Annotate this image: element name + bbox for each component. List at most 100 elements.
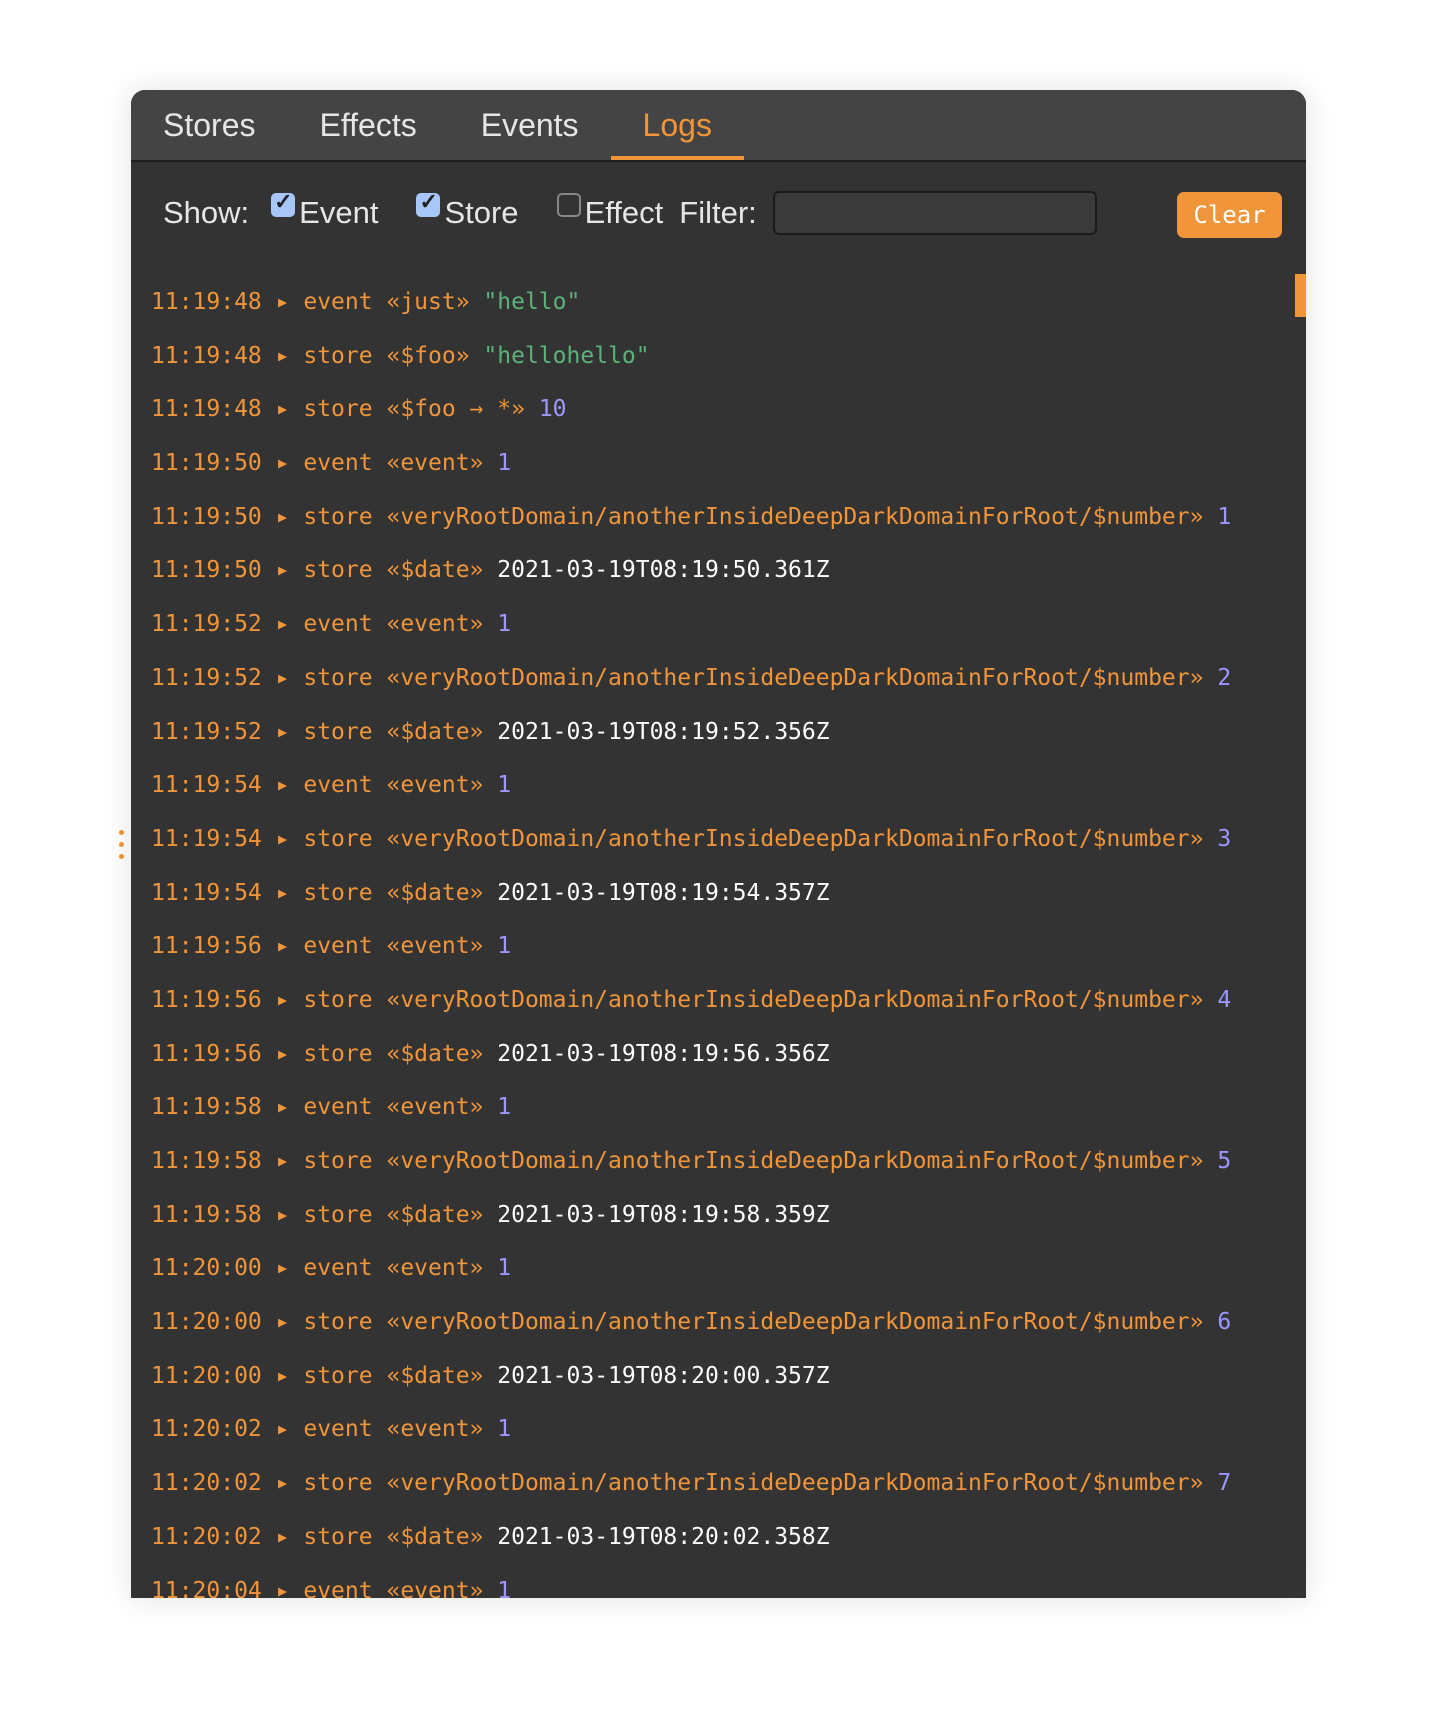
log-time: 11:19:56 xyxy=(151,933,262,960)
log-time: 11:19:54 xyxy=(151,772,262,799)
log-unit-name: «event» xyxy=(386,1577,484,1599)
log-row[interactable]: 11:19:52 ▸ store «$date» 2021-03-19T08:1… xyxy=(151,706,1231,760)
triangle-right-icon: ▸ xyxy=(275,879,290,906)
log-kind: event xyxy=(303,1094,373,1121)
log-row[interactable]: 11:19:58 ▸ store «veryRootDomain/another… xyxy=(151,1135,1231,1189)
log-unit-name: «$date» xyxy=(386,1040,484,1067)
triangle-right-icon: ▸ xyxy=(275,611,290,638)
triangle-right-icon: ▸ xyxy=(275,1309,290,1336)
log-kind: event xyxy=(303,289,373,315)
log-unit-name: «event» xyxy=(386,772,484,799)
log-row[interactable]: 11:19:48 ▸ store «$foo → *» 10 xyxy=(151,383,1231,437)
log-unit-name: «event» xyxy=(386,450,484,477)
log-time: 11:19:52 xyxy=(151,664,262,691)
clear-button[interactable]: Clear xyxy=(1177,192,1282,238)
log-time: 11:19:52 xyxy=(151,611,262,638)
log-time: 11:19:56 xyxy=(151,1040,262,1067)
triangle-right-icon: ▸ xyxy=(275,1470,290,1497)
triangle-right-icon: ▸ xyxy=(275,342,290,369)
triangle-right-icon: ▸ xyxy=(275,1362,290,1389)
log-kind: store xyxy=(303,825,373,852)
log-row[interactable]: 11:19:52 ▸ event «event» 1 xyxy=(151,598,1231,652)
log-row[interactable]: 11:20:02 ▸ event «event» 1 xyxy=(151,1403,1231,1457)
log-row[interactable]: 11:19:54 ▸ store «veryRootDomain/another… xyxy=(151,813,1231,867)
log-value: 5 xyxy=(1217,1148,1232,1174)
log-row[interactable]: 11:19:54 ▸ store «$date» 2021-03-19T08:1… xyxy=(151,867,1231,921)
log-time: 11:19:48 xyxy=(151,342,262,369)
log-row[interactable]: 11:19:52 ▸ store «veryRootDomain/another… xyxy=(151,652,1231,706)
tab-effects[interactable]: Effects xyxy=(287,90,448,160)
tab-logs[interactable]: Logs xyxy=(610,90,745,160)
log-time: 11:19:58 xyxy=(151,1094,262,1121)
log-time: 11:19:50 xyxy=(151,450,262,477)
triangle-right-icon: ▸ xyxy=(275,1201,290,1228)
log-row[interactable]: 11:19:58 ▸ event «event» 1 xyxy=(151,1081,1231,1135)
log-row[interactable]: 11:19:50 ▸ store «$date» 2021-03-19T08:1… xyxy=(151,544,1231,598)
triangle-right-icon: ▸ xyxy=(275,772,290,799)
log-value: 1 xyxy=(497,1094,512,1121)
log-value: 1 xyxy=(497,772,512,799)
log-list: 11:19:48 ▸ event «just» "hello" 11:19:48 … xyxy=(151,276,1231,1598)
log-value: 1 xyxy=(497,1577,512,1599)
effect-checkbox[interactable] xyxy=(556,193,581,217)
log-kind: store xyxy=(303,1362,373,1389)
log-value: 1 xyxy=(497,611,512,638)
effect-checkbox-label: Effect xyxy=(584,195,664,230)
log-kind: store xyxy=(303,342,373,369)
triangle-right-icon: ▸ xyxy=(275,450,290,477)
log-value: 2021-03-19T08:19:58.359Z xyxy=(497,1201,830,1228)
log-unit-name: «veryRootDomain/anotherInsideDeepDarkDom… xyxy=(386,1309,1204,1336)
tab-stores[interactable]: Stores xyxy=(163,90,287,160)
log-value: 2021-03-19T08:20:02.358Z xyxy=(497,1523,830,1550)
triangle-right-icon: ▸ xyxy=(275,1148,290,1174)
log-kind: store xyxy=(303,1040,373,1067)
log-row[interactable]: 11:20:00 ▸ store «$date» 2021-03-19T08:2… xyxy=(151,1350,1231,1404)
log-kind: store xyxy=(303,1148,373,1174)
log-unit-name: «$date» xyxy=(386,718,484,745)
log-row[interactable]: 11:19:56 ▸ store «veryRootDomain/another… xyxy=(151,974,1231,1028)
log-row[interactable]: 11:19:48 ▸ store «$foo» "hellohello" xyxy=(151,330,1231,384)
log-time: 11:19:52 xyxy=(151,718,262,745)
log-time: 11:19:58 xyxy=(151,1148,262,1174)
log-value: 6 xyxy=(1217,1309,1232,1336)
log-row[interactable]: 11:20:00 ▸ store «veryRootDomain/another… xyxy=(151,1296,1231,1350)
triangle-right-icon: ▸ xyxy=(275,933,290,960)
log-row[interactable]: 11:19:48 ▸ event «just» "hello" xyxy=(151,276,1231,330)
log-unit-name: «event» xyxy=(386,1416,484,1443)
show-store-option[interactable]: Store xyxy=(416,189,519,231)
log-value: 1 xyxy=(497,1255,512,1282)
log-row[interactable]: 11:19:54 ▸ event «event» 1 xyxy=(151,759,1231,813)
log-row[interactable]: 11:19:58 ▸ store «$date» 2021-03-19T08:1… xyxy=(151,1189,1231,1243)
show-event-option[interactable]: Event xyxy=(271,189,379,231)
log-row[interactable]: 11:19:56 ▸ store «$date» 2021-03-19T08:1… xyxy=(151,1028,1231,1082)
log-row[interactable]: 11:19:56 ▸ event «event» 1 xyxy=(151,920,1231,974)
log-row[interactable]: 11:19:50 ▸ store «veryRootDomain/another… xyxy=(151,491,1231,545)
log-row[interactable]: 11:20:00 ▸ event «event» 1 xyxy=(151,1242,1231,1296)
show-effect-option[interactable]: Effect xyxy=(556,193,664,231)
filter-input[interactable] xyxy=(772,191,1097,235)
log-kind: store xyxy=(303,1309,373,1336)
log-time: 11:19:54 xyxy=(151,879,262,906)
log-unit-name: «$date» xyxy=(386,1523,484,1550)
log-kind: event xyxy=(303,1577,373,1599)
resize-handle-vertical-dots-icon[interactable] xyxy=(119,830,125,866)
event-checkbox[interactable] xyxy=(271,189,296,217)
log-kind: store xyxy=(303,1523,373,1550)
triangle-right-icon: ▸ xyxy=(275,986,290,1013)
event-checkbox-label: Event xyxy=(299,195,379,230)
log-unit-name: «$foo» xyxy=(386,342,470,369)
log-time: 11:19:48 xyxy=(151,396,262,423)
store-checkbox[interactable] xyxy=(416,189,441,217)
log-unit-name: «event» xyxy=(386,933,484,960)
log-unit-name: «$foo → *» xyxy=(386,396,525,423)
log-row[interactable]: 11:20:02 ▸ store «$date» 2021-03-19T08:2… xyxy=(151,1511,1231,1565)
scrollbar-thumb[interactable] xyxy=(1295,274,1306,317)
log-row[interactable]: 11:19:50 ▸ event «event» 1 xyxy=(151,437,1231,491)
tab-events[interactable]: Events xyxy=(449,90,611,160)
log-time: 11:19:56 xyxy=(151,986,262,1013)
log-value: 1 xyxy=(497,933,512,960)
log-row[interactable]: 11:20:04 ▸ event «event» 1 xyxy=(151,1565,1231,1599)
log-row[interactable]: 11:20:02 ▸ store «veryRootDomain/another… xyxy=(151,1457,1231,1511)
triangle-right-icon: ▸ xyxy=(275,1094,290,1121)
log-value: 1 xyxy=(497,450,512,477)
